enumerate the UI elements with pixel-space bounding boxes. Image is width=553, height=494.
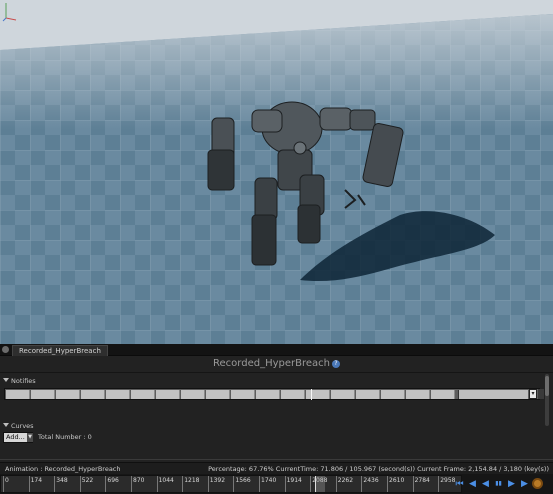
notify-track-cell[interactable] (331, 390, 355, 399)
track-options-dropdown[interactable]: ▾ (529, 389, 537, 399)
timeline-tick (361, 476, 363, 492)
timeline-tick (156, 476, 158, 492)
notify-track-cell[interactable] (156, 390, 180, 399)
tab-recorded-hyperbreach[interactable]: Recorded_HyperBreach (12, 345, 108, 356)
notifies-track[interactable]: ▾ (4, 388, 544, 400)
viewport[interactable] (0, 0, 553, 344)
timeline-tick (387, 476, 388, 492)
timeline-tick-label: 1914 (286, 477, 302, 484)
timeline-tick (28, 476, 30, 492)
timeline-tick-label: 696 (107, 477, 119, 484)
timeline-tick-label: 2436 (363, 477, 379, 484)
timeline-tick (131, 476, 132, 492)
timeline-tick (412, 476, 414, 492)
anim-details-panel: Recorded_HyperBreach? (0, 356, 553, 462)
notify-track-cell[interactable] (181, 390, 205, 399)
notify-track-cell[interactable] (231, 390, 255, 399)
notify-track-cell[interactable] (306, 390, 330, 399)
timeline-tick-label: 0 (5, 477, 9, 484)
playhead[interactable] (315, 476, 326, 492)
timeline-bar: 0 174 348 522 696 870 1044 1218 1392 1566 1740 1914… (0, 474, 553, 494)
timeline-tick-label: 2784 (414, 477, 430, 484)
playback-controls: ⏮ ◀ ◀ ▮▮ ▶ ▶ (454, 477, 553, 491)
collapse-arrow-icon (3, 423, 9, 427)
timeline-tick-label: 870 (133, 477, 145, 484)
notify-track-cell[interactable] (6, 390, 30, 399)
timeline-tick-label: 1044 (158, 477, 174, 484)
play-icon[interactable]: ▶ (506, 477, 517, 491)
timeline-tick (335, 476, 337, 492)
panel-scrollbar-thumb[interactable] (545, 376, 549, 396)
notify-track-cell[interactable] (106, 390, 130, 399)
timeline-tick-label: 2262 (337, 477, 354, 484)
pause-icon[interactable]: ▮▮ (493, 477, 504, 491)
track-options-extra[interactable] (538, 389, 544, 399)
curves-total-number: Total Number : 0 (38, 433, 92, 441)
timeline-tick (259, 476, 260, 492)
add-curve-button[interactable]: Add... ▼ (3, 432, 33, 443)
step-back-icon[interactable]: ◀ (467, 477, 478, 491)
axis-gizmo-icon (2, 3, 17, 22)
notify-track-cell[interactable] (381, 390, 405, 399)
play-reverse-icon[interactable]: ◀ (480, 477, 491, 491)
collapse-arrow-icon (3, 378, 9, 382)
notify-track-cell[interactable] (281, 390, 305, 399)
notify-track-cell[interactable] (56, 390, 80, 399)
timeline-tick-label: 1566 (235, 477, 251, 484)
notify-track-end[interactable] (458, 390, 528, 399)
timeline-tick (310, 476, 312, 492)
notify-track-cell[interactable] (206, 390, 230, 399)
timeline-tick (182, 476, 184, 492)
help-icon[interactable]: ? (331, 360, 340, 368)
timeline-tick-label: 348 (56, 477, 68, 484)
skip-to-start-icon[interactable]: ⏮ (454, 477, 465, 491)
notifies-section-header[interactable]: Notifies (3, 377, 36, 385)
notify-track-cell[interactable] (31, 390, 55, 399)
timeline-tick (3, 476, 4, 492)
timeline-ruler[interactable]: 0 174 348 522 696 870 1044 1218 1392 1566 1740 1914… (0, 475, 462, 493)
curves-section-header[interactable]: Curves (3, 422, 34, 430)
animation-status-bar: Animation : Recorded_HyperBreach Percent… (0, 462, 553, 474)
notify-track-cell[interactable] (131, 390, 155, 399)
notify-track-cell[interactable] (356, 390, 380, 399)
timeline-tick (438, 476, 440, 492)
timeline-tick (284, 476, 286, 492)
timeline-tick-label: 522 (81, 477, 94, 484)
notify-track-cell[interactable] (431, 390, 455, 399)
viewport-scene (0, 14, 553, 344)
editor-tab-strip: Recorded_HyperBreach (0, 344, 553, 356)
loop-icon[interactable] (532, 478, 543, 489)
timeline-tick-label: 1218 (184, 477, 200, 484)
panel-title: Recorded_HyperBreach? (0, 356, 553, 372)
timeline-tick (207, 476, 209, 492)
notify-track-cell[interactable] (81, 390, 105, 399)
notify-track-cell[interactable] (406, 390, 430, 399)
animation-asset-icon (2, 346, 9, 353)
notify-track-cell[interactable] (256, 390, 280, 399)
chevron-down-icon[interactable]: ▼ (27, 433, 33, 442)
timeline-tick-label: 174 (30, 477, 43, 484)
timeline-tick (79, 476, 81, 492)
timeline-tick (54, 476, 56, 492)
step-forward-icon[interactable]: ▶ (519, 477, 530, 491)
timeline-tick (233, 476, 235, 492)
timeline-tick-label: 1740 (261, 477, 277, 484)
timeline-tick-label: 1392 (209, 477, 226, 484)
notify-scrubber-line (311, 389, 312, 400)
timeline-tick (105, 476, 107, 492)
timeline-tick-label: 2610 (389, 477, 405, 484)
